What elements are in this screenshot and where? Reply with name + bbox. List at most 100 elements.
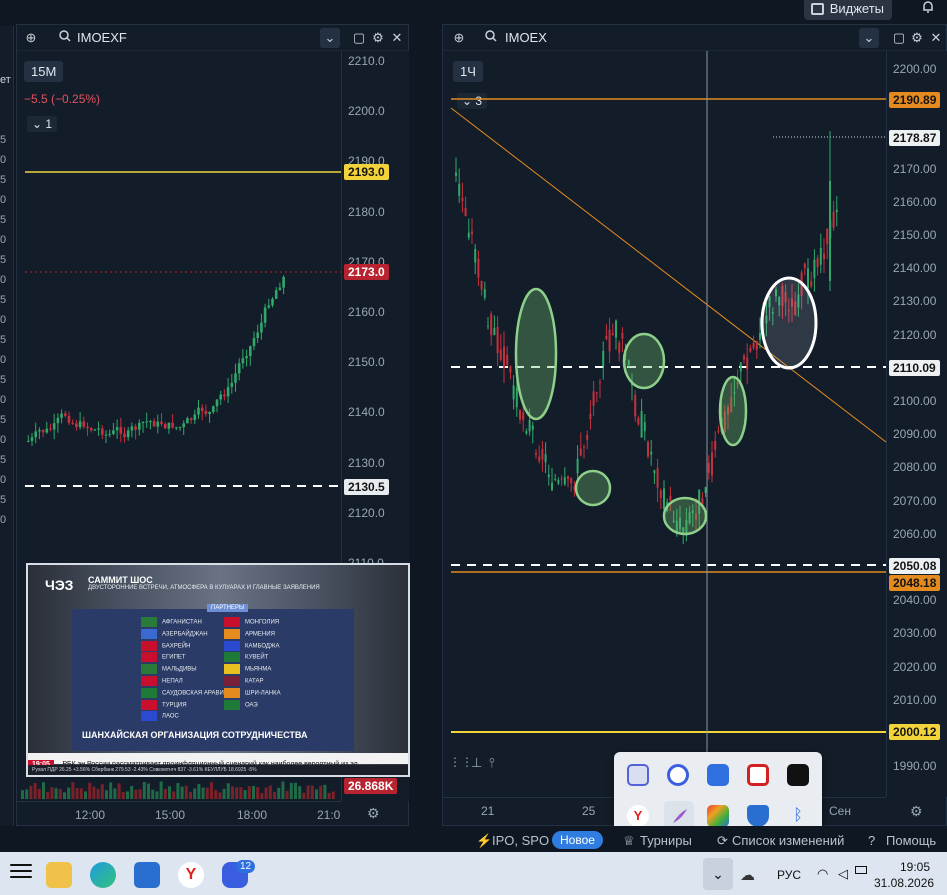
close-icon[interactable]: ✕: [387, 28, 407, 48]
file-explorer-icon[interactable]: [46, 862, 72, 888]
trophy-icon: ♕: [623, 833, 635, 848]
app-tray-icon[interactable]: [707, 805, 729, 827]
volume-bar: [302, 792, 306, 799]
settings-icon[interactable]: ⚙: [910, 803, 923, 820]
country-name: ОАЭ: [245, 702, 258, 709]
candle-body: [643, 422, 646, 432]
tray-chevron-icon[interactable]: ⌄: [703, 858, 733, 890]
volume-bar: [277, 787, 281, 799]
country-row: МОНГОЛИЯ: [224, 617, 279, 627]
price-axis[interactable]: 2200.002190.002180.002170.002160.002150.…: [886, 51, 947, 797]
window-icon[interactable]: ▢: [889, 28, 909, 48]
candle-body: [621, 332, 624, 339]
candle-body: [487, 325, 489, 327]
chevron-down-icon[interactable]: ⌄: [320, 28, 340, 48]
clock-time[interactable]: 19:05: [900, 860, 930, 874]
candle-body: [640, 410, 643, 438]
close-icon[interactable]: ✕: [926, 28, 946, 48]
volume-bar: [331, 791, 335, 799]
tournaments-link[interactable]: Турниры: [640, 833, 692, 848]
country-row: ЛАОС: [141, 711, 179, 722]
bell-icon[interactable]: [921, 0, 935, 17]
volume-bar: [159, 781, 163, 799]
wifi-icon[interactable]: ◠: [817, 866, 828, 882]
volume-bar: [50, 787, 54, 799]
volume-bar: [130, 785, 134, 799]
candle-body: [30, 437, 34, 441]
ticker-label[interactable]: IMOEX: [505, 30, 547, 45]
clock-date[interactable]: 31.08.2026: [874, 876, 934, 890]
highlight-circle: [760, 276, 818, 370]
language-indicator[interactable]: РУС: [777, 868, 801, 882]
refresh-icon: ⟳: [717, 833, 728, 848]
battery-icon[interactable]: [855, 866, 867, 874]
app-tray-icon[interactable]: [787, 764, 809, 786]
candle-body: [34, 431, 37, 438]
search-icon[interactable]: [55, 28, 75, 48]
new-badge[interactable]: Новое: [552, 831, 603, 849]
menu-icon[interactable]: [10, 864, 32, 866]
app-tray-icon[interactable]: [627, 764, 649, 786]
ipo-link[interactable]: IPO, SPO: [492, 833, 549, 848]
video-player[interactable]: ЧЭЗ САММИТ ШОС ДВУСТОРОННИЕ ВСТРЕЧИ, АТМ…: [26, 563, 410, 777]
volume-bar: [306, 785, 310, 799]
volume-bar: [298, 786, 302, 799]
volume-bar: [214, 790, 218, 799]
candle-body: [467, 232, 470, 238]
app-tray-icon[interactable]: [667, 764, 689, 786]
edge-browser-icon[interactable]: [90, 862, 116, 888]
gear-icon[interactable]: ⚙: [907, 28, 927, 48]
volume-bar: [239, 787, 243, 799]
candle-body: [64, 413, 67, 416]
gear-icon[interactable]: ⚙: [368, 28, 388, 48]
partners-label: ПАРТНЕРЫ: [207, 604, 249, 612]
app-tray-icon[interactable]: [747, 764, 769, 786]
changes-link[interactable]: Список изменений: [732, 833, 844, 848]
volume-bar: [168, 786, 171, 799]
candle-body: [826, 228, 829, 244]
country-row: ТУРЦИЯ: [141, 699, 187, 710]
candle-body: [89, 428, 93, 431]
time-axis[interactable]: 12:00 15:00 18:00 21:0: [17, 801, 341, 827]
add-icon[interactable]: ⊕: [21, 28, 41, 48]
security-shield-icon[interactable]: [747, 805, 769, 827]
pin-icon[interactable]: ⫯: [489, 755, 495, 771]
volume-bar: [58, 789, 62, 799]
yandex-browser-icon[interactable]: Y: [627, 805, 649, 827]
cloud-icon[interactable]: ☁: [740, 866, 755, 884]
volume-bar: [247, 786, 251, 799]
chevron-down-icon[interactable]: ⌄: [859, 28, 879, 48]
yandex-browser-icon[interactable]: Y: [178, 862, 204, 888]
candle-body: [464, 207, 467, 217]
volume-icon[interactable]: ◁: [838, 866, 848, 882]
drawing-tool-icon[interactable]: ⊥: [471, 755, 482, 771]
widgets-button[interactable]: Виджеты: [803, 0, 892, 20]
window-icon[interactable]: ▢: [349, 28, 369, 48]
candle-body: [615, 320, 617, 338]
candle-body: [41, 430, 45, 433]
bluetooth-icon[interactable]: ᛒ: [787, 805, 809, 827]
search-icon[interactable]: [481, 28, 501, 48]
ticker-label[interactable]: IMOEXF: [77, 30, 127, 45]
highlight-ellipse: [718, 375, 748, 447]
candle-body: [167, 422, 171, 429]
add-icon[interactable]: ⊕: [449, 28, 469, 48]
candle-body: [499, 349, 502, 360]
volume-bar: [201, 787, 205, 799]
candle-body: [104, 434, 108, 436]
candle-body: [178, 427, 182, 429]
help-link[interactable]: Помощь: [886, 833, 936, 848]
level-tag: 2193.0: [344, 164, 389, 180]
video-brand: ЧЭЗ: [45, 577, 74, 593]
right-price-chart[interactable]: [443, 51, 886, 797]
drawing-tools-handle[interactable]: ⋮⋮: [449, 755, 473, 769]
flag-icon: [141, 664, 157, 675]
settings-icon[interactable]: ⚙: [367, 805, 380, 822]
store-icon[interactable]: [134, 862, 160, 888]
volume-bar: [71, 782, 75, 799]
app-tray-icon[interactable]: [707, 764, 729, 786]
time-label: 25: [582, 804, 596, 818]
volume-bar: [222, 788, 226, 799]
candle-body: [813, 259, 816, 279]
candle-body: [56, 417, 60, 424]
